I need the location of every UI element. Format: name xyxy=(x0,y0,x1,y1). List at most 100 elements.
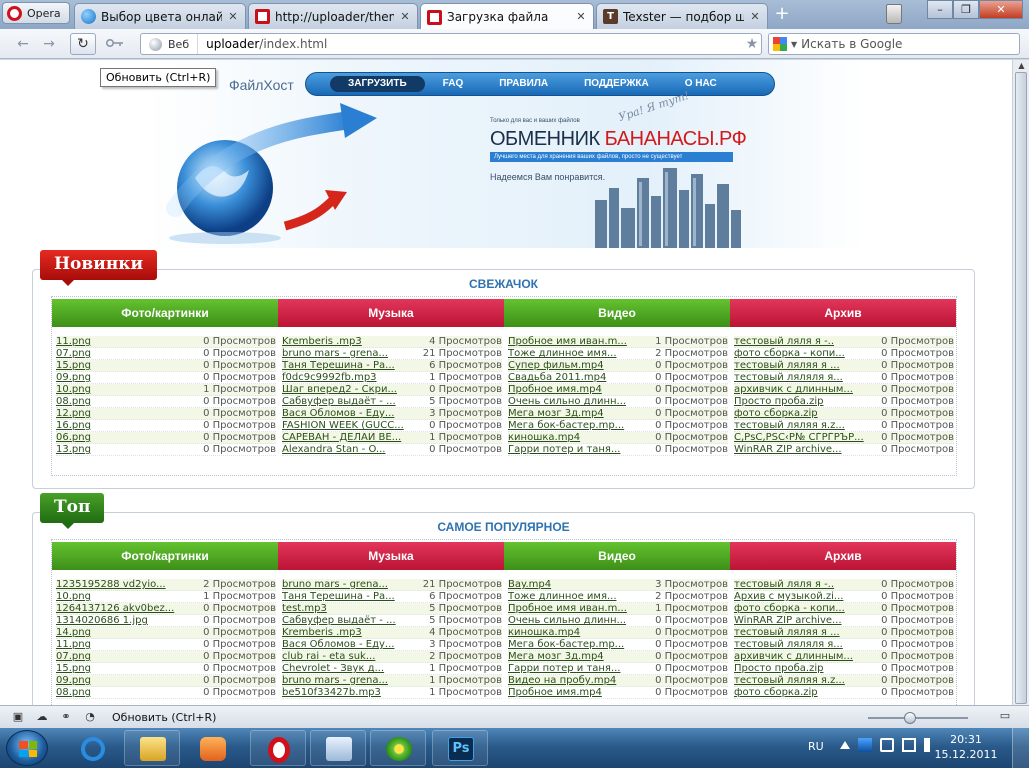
file-link[interactable]: Очень сильно длинн... xyxy=(508,615,655,626)
header-archive[interactable]: Архив xyxy=(730,299,956,327)
back-arrow-icon[interactable]: ← xyxy=(14,35,32,53)
file-link[interactable]: Chevrolet - Звук д... xyxy=(282,663,429,674)
chevron-down-icon[interactable]: ▼ xyxy=(791,40,797,49)
file-link[interactable]: тестовый ляляя я.z... xyxy=(734,420,881,431)
nav-faq[interactable]: FAQ xyxy=(425,76,482,92)
panel-toggle-icon[interactable]: ▣ xyxy=(10,710,26,724)
file-link[interactable]: Тоже длинное имя... xyxy=(508,348,655,359)
close-icon[interactable]: ✕ xyxy=(575,11,587,23)
header-music[interactable]: Музыка xyxy=(278,542,504,570)
file-link[interactable]: фото сборка.zip xyxy=(734,687,881,698)
file-link[interactable]: 1264137126 akv0bez... xyxy=(56,603,203,614)
turbo-icon[interactable]: ◔ xyxy=(82,710,98,724)
taskbar-ie[interactable] xyxy=(64,730,120,766)
file-link[interactable]: be510f33427b.mp3 xyxy=(282,687,429,698)
file-link[interactable]: Мега бок-бастер.mp... xyxy=(508,639,655,650)
file-link[interactable]: Сабвуфер выдаёт - ... xyxy=(282,396,429,407)
file-link[interactable]: 06.png xyxy=(56,432,203,443)
file-link[interactable]: 07.png xyxy=(56,348,203,359)
language-indicator[interactable]: RU xyxy=(808,740,824,753)
minimize-button[interactable]: – xyxy=(927,0,953,19)
header-music[interactable]: Музыка xyxy=(278,299,504,327)
nav-upload[interactable]: ЗАГРУЗИТЬ xyxy=(330,76,425,92)
taskbar-icq[interactable] xyxy=(370,730,426,766)
file-link[interactable]: тестовый ляляля я... xyxy=(734,372,881,383)
taskbar-opera[interactable] xyxy=(250,730,306,766)
file-link[interactable]: Пробное имя иван.m... xyxy=(508,603,655,614)
flag-icon[interactable] xyxy=(880,738,894,752)
file-link[interactable]: архивчик с длинным... xyxy=(734,384,881,395)
search-field[interactable]: ▼ Искать в Google xyxy=(768,33,1020,55)
file-link[interactable]: фото сборка - копи... xyxy=(734,603,881,614)
file-link[interactable]: тестовый ляляя я.z... xyxy=(734,675,881,686)
file-link[interactable]: WinRAR ZIP archive... xyxy=(734,444,881,455)
header-video[interactable]: Видео xyxy=(504,299,730,327)
file-link[interactable]: WinRAR ZIP archive... xyxy=(734,615,881,626)
reload-button[interactable]: ↻ xyxy=(70,33,96,55)
file-link[interactable]: тестовый ляля я -.. xyxy=(734,336,881,347)
file-link[interactable]: 08.png xyxy=(56,396,203,407)
unite-icon[interactable]: ⚭ xyxy=(58,710,74,724)
file-link[interactable]: Сабвуфер выдаёт - ... xyxy=(282,615,429,626)
view-icon[interactable]: ▭ xyxy=(990,709,1020,725)
file-link[interactable]: 11.png xyxy=(56,336,203,347)
file-link[interactable]: Мега бок-бастер.mp... xyxy=(508,420,655,431)
file-link[interactable]: Супер фильм.mp4 xyxy=(508,360,655,371)
file-link[interactable]: 09.png xyxy=(56,675,203,686)
close-icon[interactable]: ✕ xyxy=(399,11,411,23)
file-link[interactable]: Пробное имя.mp4 xyxy=(508,687,655,698)
file-link[interactable]: 12.png xyxy=(56,408,203,419)
show-desktop-button[interactable] xyxy=(1012,728,1029,768)
opera-menu-button[interactable]: Opera xyxy=(2,2,70,24)
taskbar-notepad[interactable] xyxy=(310,730,366,766)
taskbar-media-player[interactable] xyxy=(184,730,240,766)
file-link[interactable]: тестовый ляляя я ... xyxy=(734,627,881,638)
file-link[interactable]: Bay.mp4 xyxy=(508,579,655,590)
taskbar-photoshop[interactable]: Ps xyxy=(432,730,488,766)
file-link[interactable]: фото сборка.zip xyxy=(734,408,881,419)
file-link[interactable]: 16.png xyxy=(56,420,203,431)
file-link[interactable]: САРЕВАН - ДЕЛАЙ ВЕ... xyxy=(282,432,429,443)
file-link[interactable]: Вася Обломов - Еду... xyxy=(282,408,429,419)
tray-expand-icon[interactable] xyxy=(840,741,850,749)
nav-about[interactable]: О НАС xyxy=(667,76,735,92)
file-link[interactable]: f0dc9c9992fb.mp3 xyxy=(282,372,429,383)
file-link[interactable]: 11.png xyxy=(56,639,203,650)
file-link[interactable]: Мега мозг 3д.mp4 xyxy=(508,651,655,662)
close-icon[interactable]: ✕ xyxy=(749,11,761,23)
vertical-scrollbar[interactable]: ▲ xyxy=(1012,60,1029,705)
file-link[interactable]: Шаг вперед2 - Скри... xyxy=(282,384,429,395)
file-link[interactable]: Тоже длинное имя... xyxy=(508,591,655,602)
tab-color-picker[interactable]: Выбор цвета онлайн ... ✕ xyxy=(74,3,246,29)
file-link[interactable]: bruno mars - grena... xyxy=(282,579,423,590)
header-photos[interactable]: Фото/картинки xyxy=(52,299,278,327)
file-link[interactable]: Таня Терешина - Ра... xyxy=(282,591,429,602)
scroll-up-arrow-icon[interactable]: ▲ xyxy=(1016,61,1027,70)
file-link[interactable]: Гарри потер и таня... xyxy=(508,444,655,455)
file-link[interactable]: club rai - eta suk... xyxy=(282,651,429,662)
file-link[interactable]: Вася Обломов - Еду... xyxy=(282,639,429,650)
file-link[interactable]: Alexandra Stan - O... xyxy=(282,444,429,455)
zoom-slider[interactable] xyxy=(868,712,968,724)
file-link[interactable]: тестовый ляля я -.. xyxy=(734,579,881,590)
file-link[interactable]: bruno mars - grena... xyxy=(282,675,429,686)
tab-uploader-theme[interactable]: http://uploader/theme... ✕ xyxy=(248,3,418,29)
file-link[interactable]: FASHION WEEK (GUCC... xyxy=(282,420,429,431)
file-link[interactable]: Гарри потер и таня... xyxy=(508,663,655,674)
file-link[interactable]: 1314020686 1.jpg xyxy=(56,615,203,626)
close-window-button[interactable]: ✕ xyxy=(979,0,1023,19)
header-photos[interactable]: Фото/картинки xyxy=(52,542,278,570)
file-link[interactable]: Архив с музыкой.zi... xyxy=(734,591,881,602)
header-video[interactable]: Видео xyxy=(504,542,730,570)
file-link[interactable]: киношка.mp4 xyxy=(508,627,655,638)
scrollbar-thumb[interactable] xyxy=(1015,72,1027,704)
file-link[interactable]: Kremberis .mp3 xyxy=(282,336,429,347)
file-link[interactable]: 10.png xyxy=(56,591,203,602)
start-button[interactable] xyxy=(6,730,48,766)
trash-icon[interactable] xyxy=(886,4,902,24)
key-icon[interactable] xyxy=(106,37,124,49)
nav-support[interactable]: ПОДДЕРЖКА xyxy=(566,76,667,92)
file-link[interactable]: Свадьба 2011.mp4 xyxy=(508,372,655,383)
file-link[interactable]: Пробное имя иван.m... xyxy=(508,336,655,347)
url-field[interactable]: Веб uploader/index.html ★ xyxy=(140,33,762,55)
